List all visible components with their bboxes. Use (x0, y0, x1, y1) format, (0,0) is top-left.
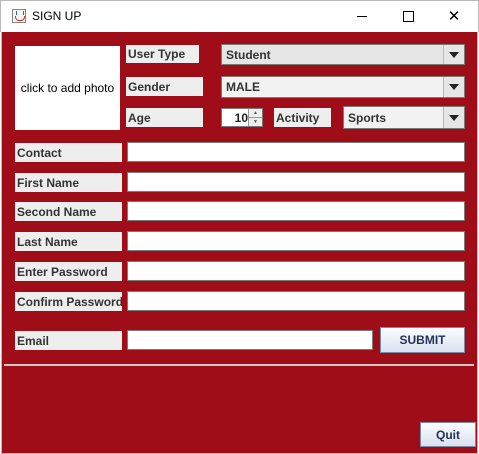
maximize-icon (402, 10, 414, 22)
activity-select[interactable]: Sports (343, 106, 465, 129)
second-name-field[interactable] (127, 201, 465, 221)
chevron-down-icon (449, 84, 459, 90)
java-cup-icon (12, 9, 26, 23)
close-icon: ✕ (447, 6, 461, 25)
first-name-label: First Name (15, 173, 122, 192)
gender-value: MALE (226, 80, 260, 94)
email-label: Email (15, 331, 122, 350)
activity-value: Sports (348, 110, 387, 125)
photo-label: click to add photo (20, 81, 115, 95)
minimize-icon (357, 15, 367, 17)
age-label: Age (126, 108, 203, 127)
photo-box[interactable]: click to add photo (15, 46, 120, 130)
window-title: SIGN UP (32, 9, 82, 23)
contact-field[interactable] (127, 142, 465, 162)
age-value: 10 (234, 111, 248, 125)
minimize-button[interactable] (339, 0, 385, 32)
last-name-label: Last Name (15, 232, 122, 251)
gender-label: Gender (126, 77, 203, 96)
last-name-field[interactable] (127, 231, 465, 251)
second-name-label: Second Name (15, 202, 122, 221)
maximize-button[interactable] (385, 0, 431, 32)
spinner-up-icon[interactable]: ▲ (249, 109, 262, 117)
submit-button[interactable]: SUBMIT (380, 327, 465, 353)
contact-label: Contact (15, 143, 122, 162)
email-field[interactable] (127, 330, 373, 350)
first-name-field[interactable] (127, 172, 465, 192)
activity-dropdown-arrow[interactable] (443, 107, 464, 128)
spinner-down-icon[interactable]: ▼ (249, 117, 262, 126)
confirm-password-field[interactable] (127, 291, 465, 311)
enter-password-field[interactable] (127, 261, 465, 281)
close-button[interactable]: ✕ (431, 0, 477, 32)
enter-password-label: Enter Password (15, 262, 122, 281)
age-spinner[interactable]: 10 ▲ ▼ (221, 108, 263, 127)
user-type-label: User Type (126, 45, 199, 63)
confirm-password-label: Confirm Password (15, 292, 122, 311)
gender-dropdown-arrow[interactable] (443, 77, 464, 97)
divider (4, 364, 474, 366)
quit-button[interactable]: Quit (420, 422, 476, 447)
user-type-value: Student (226, 47, 271, 62)
gender-select[interactable]: MALE (221, 76, 465, 98)
chevron-down-icon (449, 51, 459, 58)
user-type-dropdown-arrow[interactable] (443, 45, 464, 64)
user-type-select[interactable]: Student (221, 44, 465, 65)
activity-label: Activity (274, 108, 331, 127)
chevron-down-icon (449, 114, 459, 121)
